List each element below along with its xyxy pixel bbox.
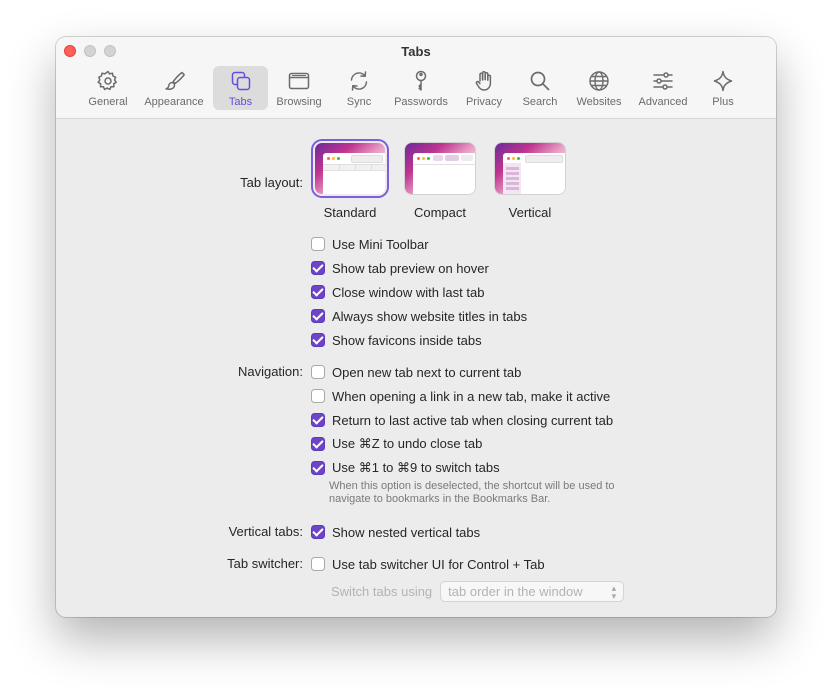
toolbar-item-general[interactable]: General: [86, 66, 130, 110]
toolbar-label-sync: Sync: [346, 96, 372, 108]
option-always-show-website-titles[interactable]: Always show website titles in tabs: [311, 307, 527, 325]
toolbar-item-browsing[interactable]: Browsing: [272, 66, 326, 110]
option-undo-close-tab[interactable]: Use ⌘Z to undo close tab: [311, 435, 482, 453]
option-show-favicons[interactable]: Show favicons inside tabs: [311, 331, 482, 349]
checkbox[interactable]: [311, 557, 325, 571]
toolbar-label-websites: Websites: [576, 96, 622, 108]
option-switch-tabs-shortcut[interactable]: Use ⌘1 to ⌘9 to switch tabs: [311, 459, 500, 477]
popup-value: tab order in the window: [448, 584, 583, 599]
checkbox[interactable]: [311, 285, 325, 299]
toolbar-item-plus[interactable]: Plus: [701, 66, 745, 110]
option-label: Use tab switcher UI for Control + Tab: [332, 556, 545, 572]
title-bar: Tabs General Appearance Tabs Browsing Sy…: [56, 37, 776, 119]
toolbar-label-plus: Plus: [712, 96, 734, 108]
switch-tabs-order-popup[interactable]: tab order in the window ▴ ▾: [440, 581, 625, 602]
toolbar-label-appearance: Appearance: [144, 96, 204, 108]
standard-layout-thumbnail: [315, 143, 385, 194]
option-label: Show favicons inside tabs: [332, 332, 482, 348]
toolbar-item-advanced[interactable]: Advanced: [634, 66, 692, 110]
option-close-window-with-last-tab[interactable]: Close window with last tab: [311, 283, 484, 301]
toolbar-item-appearance[interactable]: Appearance: [140, 66, 208, 110]
option-label: Show tab preview on hover: [332, 260, 489, 276]
toolbar-label-browsing: Browsing: [276, 96, 322, 108]
globe-icon: [589, 71, 609, 91]
tabs-settings-pane: Tab layout: Standard Compact Vertical Us…: [56, 119, 776, 617]
option-nested-vertical-tabs[interactable]: Show nested vertical tabs: [311, 523, 480, 541]
checkbox[interactable]: [311, 237, 325, 251]
switch-tabs-using-row: Switch tabs using tab order in the windo…: [331, 581, 625, 602]
checkbox[interactable]: [311, 413, 325, 427]
checkbox[interactable]: [311, 309, 325, 323]
tab-layout-standard[interactable]: Standard: [312, 143, 388, 220]
option-label: Open new tab next to current tab: [332, 364, 522, 380]
option-open-new-tab-next[interactable]: Open new tab next to current tab: [311, 363, 521, 381]
toolbar-label-passwords: Passwords: [394, 96, 448, 108]
vertical-layout-thumbnail: [495, 143, 565, 194]
toolbar-label-advanced: Advanced: [638, 96, 688, 108]
checkbox[interactable]: [311, 525, 325, 539]
checkbox[interactable]: [311, 437, 325, 451]
navigation-label: Navigation:: [237, 364, 303, 379]
switch-tabs-using-label: Switch tabs using: [331, 584, 433, 599]
option-label: Return to last active tab when closing c…: [332, 412, 614, 428]
checkbox[interactable]: [311, 333, 325, 347]
option-show-tab-preview[interactable]: Show tab preview on hover: [311, 259, 489, 277]
paintbrush-icon: [165, 71, 185, 90]
key-icon: [415, 70, 427, 91]
option-label: Always show website titles in tabs: [332, 308, 528, 324]
popup-chevron-icon: ▴ ▾: [611, 582, 617, 601]
checkbox[interactable]: [311, 261, 325, 275]
option-label: When opening a link in a new tab, make i…: [332, 388, 611, 404]
sync-icon: [350, 71, 368, 91]
toolbar-item-privacy[interactable]: Privacy: [461, 66, 507, 110]
toolbar-item-tabs[interactable]: Tabs: [213, 66, 268, 110]
toolbar-item-passwords[interactable]: Passwords: [390, 66, 452, 110]
compact-layout-label: Compact: [413, 205, 467, 220]
vertical-layout-label: Vertical: [508, 205, 552, 220]
option-return-to-last-active-tab[interactable]: Return to last active tab when closing c…: [311, 411, 613, 429]
preferences-window: Tabs General Appearance Tabs Browsing Sy…: [56, 37, 776, 617]
browser-window-icon: [288, 72, 310, 90]
compact-layout-thumbnail: [405, 143, 475, 194]
checkbox[interactable]: [311, 389, 325, 403]
vertical-tabs-label: Vertical tabs:: [228, 524, 303, 539]
checkbox[interactable]: [311, 461, 325, 475]
standard-layout-label: Standard: [323, 205, 377, 220]
shortcut-note: When this option is deselected, the shor…: [329, 480, 615, 505]
toolbar-label-search: Search: [522, 96, 558, 108]
tab-layout-compact[interactable]: Compact: [402, 143, 478, 220]
option-tab-switcher-ui[interactable]: Use tab switcher UI for Control + Tab: [311, 555, 545, 573]
hand-icon: [475, 71, 492, 91]
option-make-new-tab-active[interactable]: When opening a link in a new tab, make i…: [311, 387, 610, 405]
toolbar-item-search[interactable]: Search: [518, 66, 562, 110]
toolbar-label-privacy: Privacy: [465, 96, 503, 108]
tab-layout-label: Tab layout:: [240, 175, 303, 190]
option-label: Use ⌘Z to undo close tab: [332, 436, 483, 451]
tabs-icon: [231, 71, 250, 91]
sparkle-icon: [713, 70, 733, 92]
toolbar-item-websites[interactable]: Websites: [571, 66, 627, 110]
option-label: Close window with last tab: [332, 284, 485, 300]
tab-layout-vertical[interactable]: Vertical: [492, 143, 568, 220]
option-use-mini-toolbar[interactable]: Use Mini Toolbar: [311, 235, 429, 253]
toolbar-label-tabs: Tabs: [228, 96, 253, 108]
option-label: Use Mini Toolbar: [332, 236, 429, 252]
toolbar-item-sync[interactable]: Sync: [337, 66, 381, 110]
sliders-icon: [653, 72, 673, 90]
window-title: Tabs: [401, 44, 431, 59]
gear-icon: [97, 70, 117, 91]
checkbox[interactable]: [311, 365, 325, 379]
toolbar-label-general: General: [88, 96, 128, 108]
option-label: Use ⌘1 to ⌘9 to switch tabs: [332, 460, 500, 475]
search-icon: [530, 71, 550, 91]
option-label: Show nested vertical tabs: [332, 524, 481, 540]
tab-switcher-label: Tab switcher:: [227, 556, 303, 571]
